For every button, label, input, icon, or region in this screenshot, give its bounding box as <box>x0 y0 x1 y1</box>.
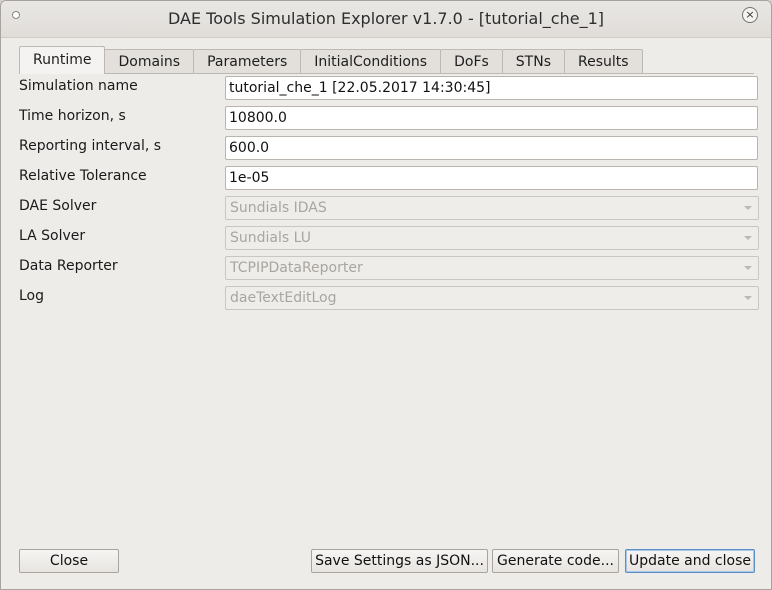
chevron-down-icon <box>744 296 752 300</box>
relative-tolerance-label: Relative Tolerance <box>19 168 147 184</box>
row-log: Log daeTextEditLog <box>19 286 759 310</box>
close-button[interactable]: Close <box>19 549 119 573</box>
time-horizon-input[interactable]: 10800.0 <box>225 106 758 130</box>
update-and-close-button[interactable]: Update and close <box>625 549 755 573</box>
simulation-name-label: Simulation name <box>19 78 138 94</box>
tab-stns[interactable]: STNs <box>501 49 566 74</box>
reporting-interval-input[interactable]: 600.0 <box>225 136 758 160</box>
dae-solver-label: DAE Solver <box>19 198 97 214</box>
tab-parameters[interactable]: Parameters <box>193 49 302 74</box>
tab-dofs[interactable]: DoFs <box>440 49 503 74</box>
relative-tolerance-input[interactable]: 1e-05 <box>225 166 758 190</box>
tab-runtime[interactable]: Runtime <box>19 46 106 74</box>
row-data-reporter: Data Reporter TCPIPDataReporter <box>19 256 759 280</box>
tab-bar: Runtime Domains Parameters InitialCondit… <box>19 46 643 74</box>
dae-solver-value: Sundials IDAS <box>230 200 327 216</box>
tab-results[interactable]: Results <box>564 49 643 74</box>
data-reporter-select[interactable]: TCPIPDataReporter <box>225 256 759 280</box>
tab-pane-border <box>19 73 754 74</box>
row-relative-tolerance: Relative Tolerance 1e-05 <box>19 166 758 190</box>
generate-code-button[interactable]: Generate code... <box>492 549 619 573</box>
chevron-down-icon <box>744 206 752 210</box>
chevron-down-icon <box>744 236 752 240</box>
reporting-interval-label: Reporting interval, s <box>19 138 162 154</box>
log-value: daeTextEditLog <box>230 290 337 306</box>
row-dae-solver: DAE Solver Sundials IDAS <box>19 196 759 220</box>
row-simulation-name: Simulation name tutorial_che_1 [22.05.20… <box>19 76 758 100</box>
window-close-icon[interactable]: × <box>742 7 758 23</box>
window-title: DAE Tools Simulation Explorer v1.7.0 - [… <box>167 9 604 28</box>
simulation-name-input[interactable]: tutorial_che_1 [22.05.2017 14:30:45] <box>225 76 758 100</box>
save-settings-json-button[interactable]: Save Settings as JSON... <box>311 549 488 573</box>
log-label: Log <box>19 288 45 304</box>
log-select[interactable]: daeTextEditLog <box>225 286 759 310</box>
la-solver-label: LA Solver <box>19 228 86 244</box>
dae-solver-select[interactable]: Sundials IDAS <box>225 196 759 220</box>
tab-initial-conditions[interactable]: InitialConditions <box>300 49 442 74</box>
row-la-solver: LA Solver Sundials LU <box>19 226 759 250</box>
title-bar[interactable]: DAE Tools Simulation Explorer v1.7.0 - [… <box>1 1 771 38</box>
chevron-down-icon <box>744 266 752 270</box>
dialog-client-area: Runtime Domains Parameters InitialCondit… <box>6 38 766 584</box>
la-solver-value: Sundials LU <box>230 230 311 246</box>
la-solver-select[interactable]: Sundials LU <box>225 226 759 250</box>
time-horizon-label: Time horizon, s <box>19 108 126 124</box>
data-reporter-value: TCPIPDataReporter <box>230 260 363 276</box>
simulation-explorer-window: DAE Tools Simulation Explorer v1.7.0 - [… <box>0 0 772 590</box>
row-time-horizon: Time horizon, s 10800.0 <box>19 106 758 130</box>
data-reporter-label: Data Reporter <box>19 258 118 274</box>
tab-domains[interactable]: Domains <box>104 49 195 74</box>
row-reporting-interval: Reporting interval, s 600.0 <box>19 136 758 160</box>
